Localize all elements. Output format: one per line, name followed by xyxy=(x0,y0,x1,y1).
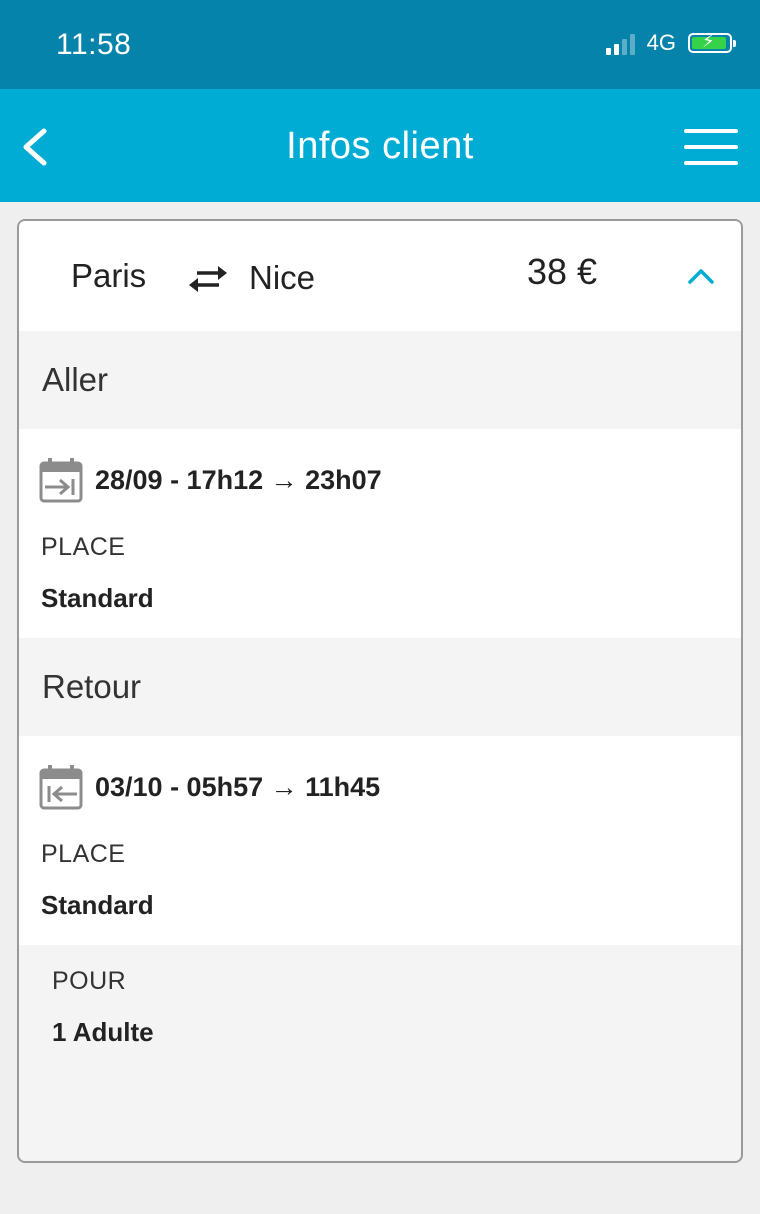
destination-city: Nice xyxy=(249,259,316,296)
return-trip: 03/10 - 05h57 → 11h45 PLACE Standard xyxy=(19,736,741,945)
round-trip-icon xyxy=(189,266,227,292)
return-place-label: PLACE xyxy=(41,840,126,868)
page-title: Infos client xyxy=(286,125,474,167)
outbound-schedule: 28/09 - 17h12 → 23h07 xyxy=(95,465,382,495)
passengers-section: POUR 1 Adulte xyxy=(19,945,741,1105)
status-time: 11:58 xyxy=(56,28,132,61)
signal-icon xyxy=(605,31,635,55)
outbound-section-title: Aller xyxy=(19,331,741,429)
return-section-title: Retour xyxy=(19,638,741,736)
status-indicators: 4G ⚡ xyxy=(605,30,736,56)
calendar-return-icon xyxy=(39,765,83,810)
passengers-label: POUR xyxy=(52,967,127,995)
network-type: 4G xyxy=(646,30,676,55)
outbound-trip: 28/09 - 17h12 → 23h07 PLACE Standard xyxy=(19,429,741,638)
chevron-up-icon[interactable] xyxy=(687,267,715,285)
battery-icon: ⚡ xyxy=(688,31,736,53)
status-bar: 11:58 4G ⚡ xyxy=(0,0,760,89)
origin-city: Paris xyxy=(71,257,147,294)
trip-card: Paris Nice 38 € Aller 28/09 - 17h12 → 23… xyxy=(17,219,743,1163)
nav-bar: Infos client xyxy=(0,89,760,202)
outbound-place-label: PLACE xyxy=(41,533,126,561)
menu-icon[interactable] xyxy=(684,129,738,165)
return-schedule: 03/10 - 05h57 → 11h45 xyxy=(95,772,381,802)
trip-summary-header[interactable]: Paris Nice 38 € xyxy=(19,221,741,331)
return-place-value: Standard xyxy=(41,890,154,920)
outbound-place-value: Standard xyxy=(41,583,154,613)
trip-price: 38 € xyxy=(527,251,598,292)
calendar-departure-icon xyxy=(39,458,83,503)
passengers-value: 1 Adulte xyxy=(52,1017,154,1047)
